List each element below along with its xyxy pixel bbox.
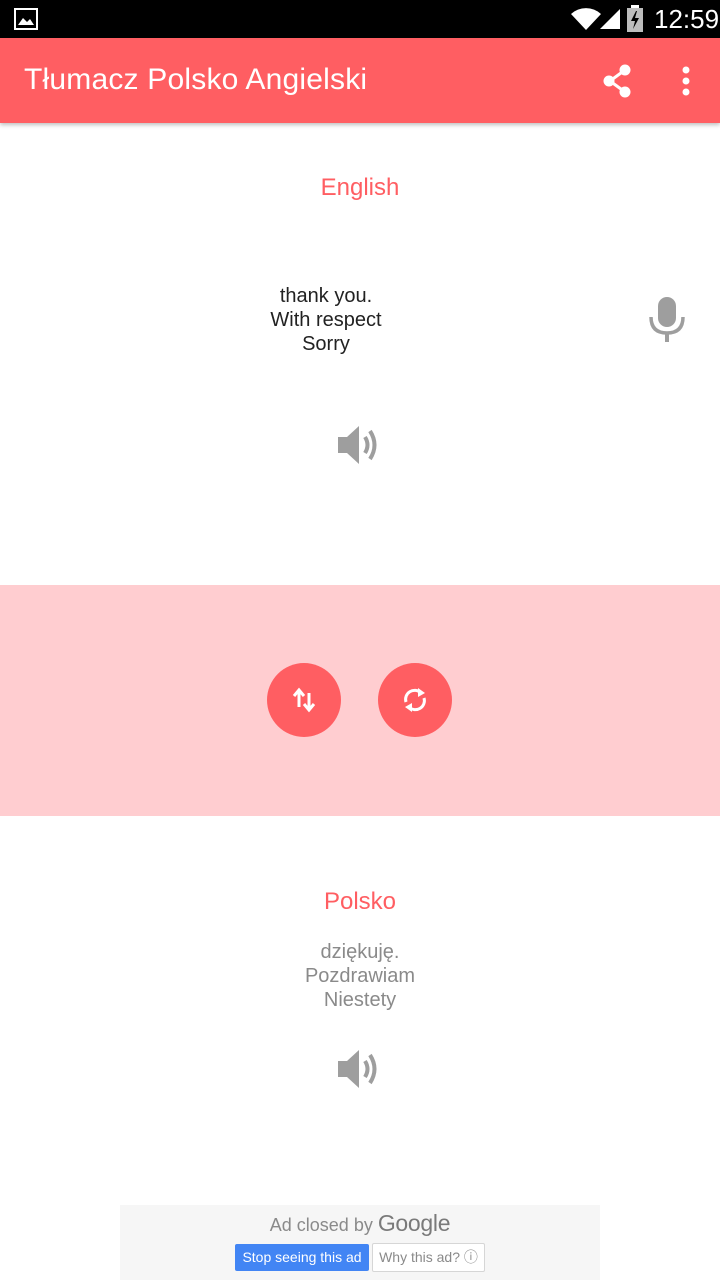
microphone-icon	[649, 297, 685, 342]
control-band	[0, 585, 720, 816]
ad-closed-text: Ad closed by	[269, 1215, 373, 1235]
battery-charging-icon	[627, 5, 643, 32]
swap-vert-icon	[292, 687, 316, 713]
ad-closed-message: Ad closed by Google	[120, 1211, 600, 1237]
target-language-label[interactable]: Polsko	[0, 887, 720, 917]
source-line: Sorry	[302, 333, 350, 355]
app-bar: Tłumacz Polsko Angielski	[0, 38, 720, 123]
microphone-button[interactable]	[644, 295, 690, 345]
target-panel: Polsko dziękuję. Pozdrawiam Niestety	[0, 816, 720, 1206]
share-button[interactable]	[596, 60, 640, 104]
google-logo: Google	[377, 1210, 451, 1236]
overflow-menu-button[interactable]	[666, 60, 706, 104]
share-icon	[603, 64, 631, 98]
target-text: dziękuję. Pozdrawiam Niestety	[220, 940, 500, 1012]
refresh-button[interactable]	[378, 663, 452, 737]
speaker-icon	[338, 1050, 377, 1088]
speaker-icon	[338, 426, 377, 464]
source-line: With respect	[270, 309, 382, 331]
status-clock: 12:59	[654, 4, 720, 34]
source-panel: English thank you. With respect Sorry	[0, 123, 720, 585]
swap-languages-button[interactable]	[267, 663, 341, 737]
target-line: Niestety	[323, 989, 397, 1011]
why-this-ad-button[interactable]: Why this ad? ⓘ	[372, 1243, 485, 1272]
more-vert-icon	[682, 66, 690, 96]
stop-seeing-ad-button[interactable]: Stop seeing this ad	[235, 1244, 369, 1271]
target-line: Pozdrawiam	[304, 965, 416, 987]
refresh-icon	[404, 688, 426, 712]
ad-banner: Ad closed by Google Stop seeing this ad …	[120, 1205, 600, 1280]
target-line: dziękuję.	[320, 941, 400, 963]
source-line: thank you.	[279, 285, 373, 307]
gallery-notification-icon	[14, 8, 38, 30]
target-speak-button[interactable]	[334, 1044, 386, 1094]
signal-icon	[600, 9, 620, 29]
source-language-label[interactable]: English	[0, 173, 720, 203]
source-speak-button[interactable]	[334, 420, 386, 470]
status-bar: 12:59	[0, 0, 720, 38]
source-text[interactable]: thank you. With respect Sorry	[186, 284, 466, 356]
app-title: Tłumacz Polsko Angielski	[24, 63, 368, 96]
